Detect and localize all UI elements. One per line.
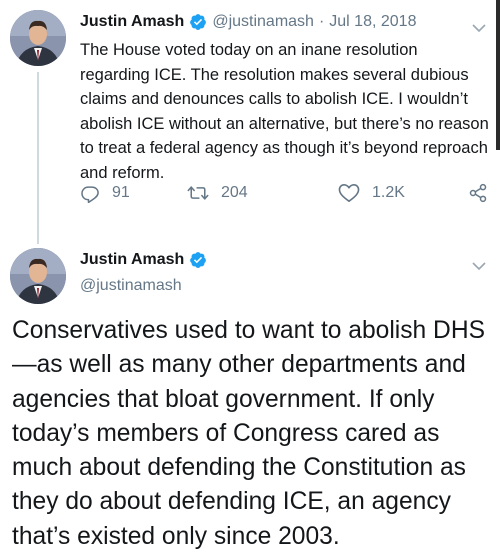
verified-badge-icon	[189, 13, 207, 31]
separator-dot: ·	[318, 13, 325, 30]
author-name[interactable]: Justin Amash	[80, 13, 184, 31]
retweet-button[interactable]: 204	[187, 183, 248, 203]
tweet-text: The House voted today on an inane resolu…	[80, 41, 489, 182]
share-button[interactable]	[468, 183, 500, 203]
reply-button[interactable]: 91	[80, 183, 130, 203]
share-icon	[469, 183, 487, 203]
tweet-date[interactable]: Jul 18, 2018	[329, 13, 416, 31]
avatar[interactable]	[10, 248, 66, 304]
verified-badge-icon	[189, 251, 207, 269]
tweet-actions: 91 204 1.2K	[80, 183, 490, 207]
avatar[interactable]	[10, 10, 66, 66]
reply-icon	[81, 186, 99, 203]
author-name[interactable]: Justin Amash	[80, 251, 184, 269]
author-handle[interactable]: @justinamash	[212, 13, 314, 31]
author-name-row: Justin Amash	[80, 251, 212, 269]
author-handle[interactable]: @justinamash	[80, 277, 182, 295]
tweet-parent[interactable]: Justin Amash @justinamash · Jul 18, 2018…	[0, 0, 500, 232]
tweet-text: Conservatives used to want to abolish DH…	[12, 317, 485, 550]
like-count: 1.2K	[372, 184, 405, 201]
like-button[interactable]: 1.2K	[338, 183, 405, 203]
chevron-down-icon[interactable]	[472, 258, 486, 271]
retweet-icon	[187, 186, 209, 200]
heart-icon	[338, 184, 360, 202]
tweet-header: Justin Amash @justinamash · Jul 18, 2018	[80, 13, 416, 31]
chevron-down-icon[interactable]	[472, 20, 486, 33]
retweet-count: 204	[221, 184, 248, 201]
reply-count: 91	[112, 184, 130, 201]
tweet-main[interactable]: Justin Amash @justinamash Conservatives …	[0, 236, 500, 560]
